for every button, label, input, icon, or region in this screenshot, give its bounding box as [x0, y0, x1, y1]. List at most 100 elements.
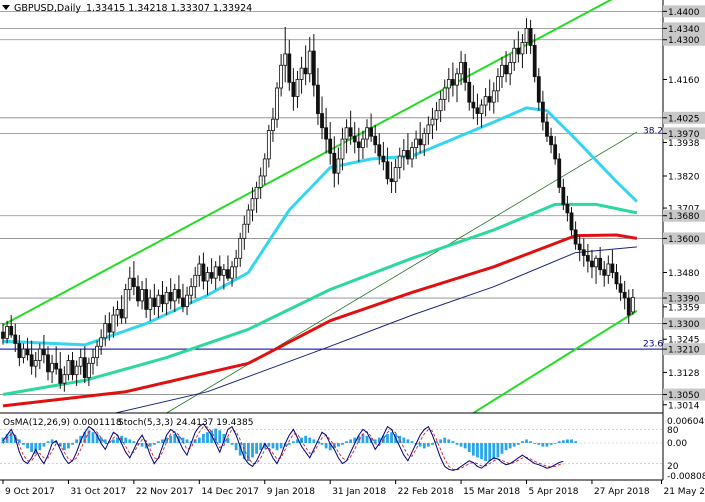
osma-bar [521, 441, 524, 443]
candle-body [115, 308, 120, 316]
osma-bar [312, 439, 316, 443]
candle-body [630, 297, 635, 313]
osma-bar [336, 443, 340, 447]
osma-bar [471, 443, 475, 456]
osma-bar [91, 432, 95, 443]
candle-body [516, 47, 521, 55]
candle-body [107, 323, 112, 333]
candle-body [131, 277, 136, 288]
price-tick-label: 1.3820 [668, 172, 700, 182]
candle-body [9, 326, 14, 336]
price-tick-label: 1.3210 [668, 346, 700, 356]
candle-body [332, 152, 337, 174]
candle-body [238, 238, 243, 259]
time-tick-label: 27 Apr 2018 [594, 487, 650, 497]
candle-body [459, 62, 463, 75]
candle-body [590, 260, 594, 268]
candle-body [250, 198, 255, 211]
osma-bar [271, 443, 275, 449]
candle-body [594, 257, 598, 268]
candle-body [565, 203, 570, 214]
candle-body [328, 138, 333, 154]
candle-body [176, 289, 181, 299]
osma-bar [570, 439, 573, 443]
osma-bar [426, 443, 430, 447]
time-tick-label: 22 Feb 2018 [398, 487, 454, 497]
osma-bar [504, 443, 508, 451]
candle-body [266, 130, 271, 160]
candle-body [271, 118, 275, 131]
candle-body [46, 354, 50, 373]
candle-body [434, 110, 439, 120]
candle-body [406, 150, 410, 160]
osma-bar [320, 443, 324, 445]
candle-body [520, 42, 525, 55]
osma-bar [443, 437, 447, 443]
price-tick-label: 1.4400 [668, 8, 700, 18]
candle-body [483, 96, 488, 106]
osma-bar [402, 437, 406, 443]
candle-body [495, 76, 500, 92]
osma-bar [467, 443, 471, 452]
osma-20-label: 20 [667, 462, 679, 472]
osma-bar [112, 439, 115, 443]
candle-body [442, 87, 447, 100]
candle-body [70, 360, 75, 376]
candle-body [573, 229, 578, 245]
price-tick-label: 1.4160 [668, 76, 700, 86]
candle-body [545, 121, 549, 137]
osma-bar [541, 443, 545, 447]
osma-bar [71, 443, 74, 445]
osma-bar [202, 434, 205, 443]
candle-body [512, 47, 517, 63]
osma-bar [26, 443, 29, 449]
osma-bar [480, 443, 483, 460]
candle-body [262, 158, 267, 177]
candle-body [258, 175, 263, 188]
osma-bar [386, 434, 389, 443]
osma-bar [496, 443, 500, 458]
candle-body [25, 348, 30, 356]
candle-body [438, 98, 443, 112]
candle-body [74, 365, 79, 376]
osma-bar [128, 439, 132, 443]
chart-root: 38.2 23.6 1.4400 1.43401.4300 1.4160 1.4025 1… [0, 0, 705, 502]
osma-bar [345, 441, 348, 443]
osma-bar [431, 443, 434, 445]
candle-body [557, 158, 562, 188]
candle-body [197, 263, 202, 276]
candle-body [168, 291, 173, 302]
candle-body [279, 64, 284, 89]
candle-body [463, 62, 468, 83]
candle-body [127, 277, 132, 290]
osma-bar [512, 443, 516, 447]
osma-bar [169, 435, 173, 443]
osma-bar [365, 435, 369, 443]
osma-bar [206, 432, 209, 443]
time-tick-label: 15 Mar 2018 [463, 487, 520, 497]
osma-bar [185, 439, 189, 443]
osma-bar [157, 441, 160, 443]
candle-body [389, 178, 394, 183]
candle-body [618, 283, 623, 293]
indicator-header: OsMA(12,26,9) 0.0001118 Stoch(5,3,3) 24.… [3, 418, 253, 428]
osma-bar [62, 443, 66, 451]
candle-body [369, 127, 374, 137]
candle-body [471, 101, 476, 109]
osma-bar [67, 443, 70, 449]
candle-body [213, 266, 218, 279]
candle-body [455, 73, 459, 86]
osma-bar [484, 443, 488, 461]
price-tick-label: 1.3600 [668, 235, 700, 245]
osma-bar [140, 443, 144, 447]
osma-bar [533, 443, 537, 444]
osma-bar [116, 437, 119, 443]
price-tick-label: 1.4025 [668, 114, 700, 124]
candle-body [626, 297, 631, 316]
osma-bar [279, 443, 283, 449]
osma-bar [488, 443, 492, 461]
osma-bar [406, 439, 410, 443]
candle-body [602, 269, 607, 276]
time-tick-label: 31 Jan 2018 [332, 487, 386, 497]
candle-body [185, 294, 189, 307]
